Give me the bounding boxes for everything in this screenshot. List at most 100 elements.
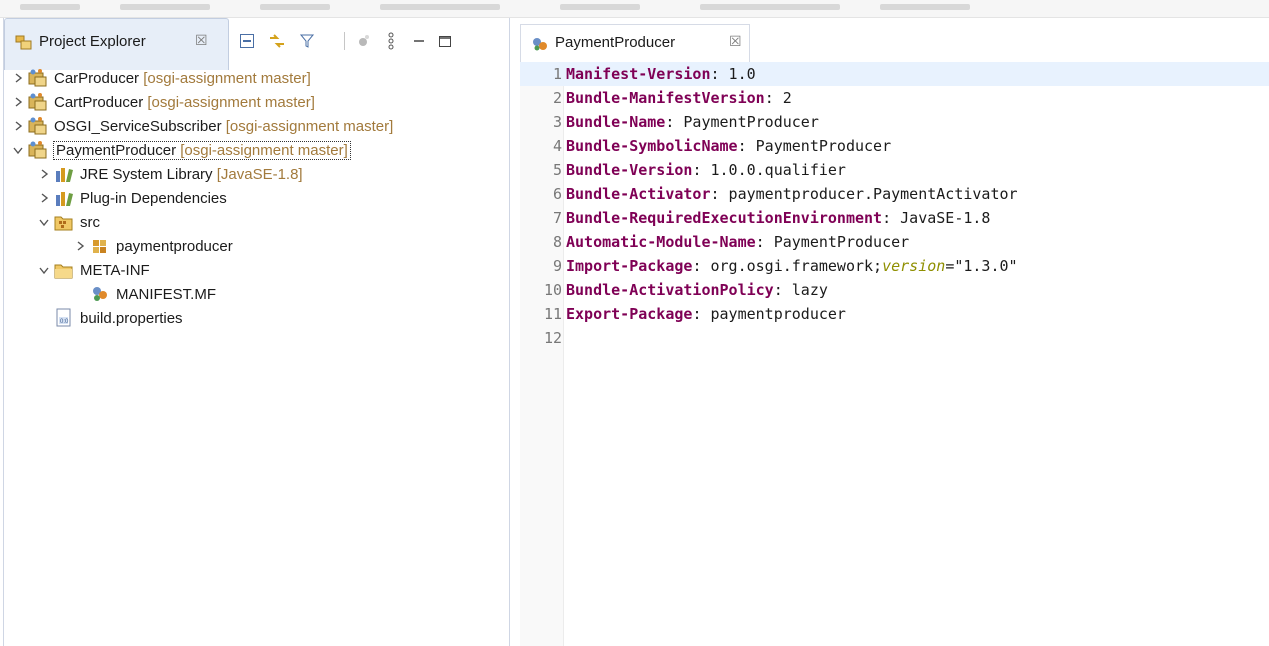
manifest-header-value: PaymentProducer [674, 113, 819, 131]
code-line[interactable]: 11 Export-Package: paymentproducer [520, 302, 1269, 326]
tree-item-label: PaymentProducer [56, 141, 177, 159]
code-line[interactable]: 7 Bundle-RequiredExecutionEnvironment: Ja… [520, 206, 1269, 230]
tree-item-label: src [80, 213, 100, 231]
colon: : [755, 233, 765, 251]
line-content: Bundle-RequiredExecutionEnvironment: Jav… [564, 209, 990, 227]
tree-item-text: CartProducer [osgi-assignment master] [54, 94, 315, 111]
line-content: Bundle-ManifestVersion: 2 [564, 89, 792, 107]
colon: : [882, 209, 892, 227]
view-menu-icon[interactable] [380, 30, 402, 52]
chevron-down-icon[interactable] [38, 216, 50, 228]
colon: : [710, 185, 720, 203]
tree-item[interactable]: MANIFEST.MF [74, 282, 216, 306]
close-icon[interactable]: ☒ [729, 33, 742, 50]
tree-item-label: MANIFEST.MF [116, 285, 216, 303]
cropped-toolbar [880, 4, 970, 10]
tree-item[interactable]: Plug-in Dependencies [38, 186, 227, 210]
code-line[interactable]: 12 [520, 326, 1269, 350]
manifest-attribute: version [882, 257, 946, 275]
tree-item-label: paymentproducer [116, 237, 233, 255]
colon: : [764, 89, 774, 107]
tree-item-text: paymentproducer [116, 238, 233, 255]
line-number: 1 [552, 65, 562, 83]
line-number: 2 [552, 89, 562, 107]
line-content: Bundle-Name: PaymentProducer [564, 113, 819, 131]
tree-item-decoration: [JavaSE-1.8] [216, 165, 303, 183]
close-icon[interactable]: ☒ [195, 32, 208, 49]
line-content: Import-Package: org.osgi.framework;versi… [564, 257, 1018, 275]
line-content: Bundle-Activator: paymentproducer.Paymen… [564, 185, 1018, 203]
chevron-down-icon[interactable] [38, 264, 50, 276]
tree-item[interactable]: 0:0 build.properties [38, 306, 183, 330]
tree-item[interactable]: CartProducer [osgi-assignment master] [12, 90, 315, 114]
manifest-header-value: paymentproducer [701, 305, 846, 323]
line-number: 8 [552, 233, 562, 251]
line-number: 12 [543, 329, 562, 347]
line-number: 6 [552, 185, 562, 203]
code-line[interactable]: 4 Bundle-SymbolicName: PaymentProducer [520, 134, 1269, 158]
project-explorer-view: Project Explorer ☒ CarProducer [osgi-ass… [3, 18, 510, 646]
line-number: 10 [543, 281, 562, 299]
window-top-strip [0, 0, 1269, 18]
properties-file-icon: 0:0 [54, 308, 74, 328]
tree-item[interactable]: JRE System Library [JavaSE-1.8] [38, 162, 303, 186]
code-line[interactable]: 5 Bundle-Version: 1.0.0.qualifier [520, 158, 1269, 182]
chevron-right-icon[interactable] [74, 240, 86, 252]
chevron-down-icon[interactable] [12, 144, 24, 156]
tree-item[interactable]: META-INF [38, 258, 150, 282]
manifest-header-key: Bundle-RequiredExecutionEnvironment [566, 209, 883, 227]
explorer-header: Project Explorer ☒ [4, 18, 509, 70]
tree-item-label: JRE System Library [80, 165, 213, 183]
tree-item[interactable]: paymentproducer [74, 234, 233, 258]
manifest-attribute-value: ="1.3.0" [945, 257, 1018, 275]
tree-item-text: build.properties [80, 310, 183, 327]
manifest-header-value: paymentproducer.PaymentActivator [719, 185, 1018, 203]
maximize-icon[interactable] [434, 30, 456, 52]
link-with-editor-icon[interactable] [266, 30, 288, 52]
chevron-right-icon[interactable] [12, 120, 24, 132]
library-icon [54, 164, 74, 184]
tree-item-label: OSGI_ServiceSubscriber [54, 117, 222, 135]
plugin-project-icon [28, 92, 48, 112]
manifest-header-key: Bundle-ManifestVersion [566, 89, 765, 107]
chevron-right-icon[interactable] [12, 96, 24, 108]
code-line[interactable]: 3 Bundle-Name: PaymentProducer [520, 110, 1269, 134]
minimize-icon[interactable] [408, 30, 430, 52]
cropped-toolbar [20, 4, 80, 10]
tree-item[interactable]: OSGI_ServiceSubscriber [osgi-assignment … [12, 114, 393, 138]
tree-item-label: META-INF [80, 261, 150, 279]
manifest-header-value: PaymentProducer [746, 137, 892, 155]
code-line[interactable]: 9 Import-Package: org.osgi.framework;vers… [520, 254, 1269, 278]
line-number: 4 [552, 137, 562, 155]
code-line[interactable]: 10 Bundle-ActivationPolicy: lazy [520, 278, 1269, 302]
tree-item[interactable]: src [38, 210, 100, 234]
collapse-all-icon[interactable] [236, 30, 258, 52]
focus-icon[interactable] [352, 30, 374, 52]
code-line[interactable]: 2 Bundle-ManifestVersion: 2 [520, 86, 1269, 110]
colon: : [773, 281, 783, 299]
editor-tab-paymentproducer[interactable]: PaymentProducer ☒ [520, 24, 750, 62]
filter-icon[interactable] [296, 30, 318, 52]
tree-item-text: Plug-in Dependencies [80, 190, 227, 207]
line-content: Bundle-SymbolicName: PaymentProducer [564, 137, 891, 155]
line-content: Automatic-Module-Name: PaymentProducer [564, 233, 909, 251]
line-content: Bundle-ActivationPolicy: lazy [564, 281, 828, 299]
tree-item[interactable]: CarProducer [osgi-assignment master] [12, 66, 311, 90]
tree-item-text: PaymentProducer [osgi-assignment master] [53, 140, 351, 160]
line-content: Manifest-Version: 1.0 [564, 65, 756, 83]
tree-item[interactable]: PaymentProducer [osgi-assignment master] [12, 138, 351, 162]
code-area[interactable]: 1 Manifest-Version: 1.0 2 Bundle-ManifestVe… [520, 62, 1269, 350]
chevron-right-icon[interactable] [38, 168, 50, 180]
code-line[interactable]: 6 Bundle-Activator: paymentproducer.Payme… [520, 182, 1269, 206]
folder-icon [54, 260, 74, 280]
project-explorer-tab[interactable]: Project Explorer ☒ [4, 18, 229, 70]
chevron-right-icon[interactable] [12, 72, 24, 84]
manifest-header-key: Bundle-Activator [566, 185, 711, 203]
chevron-right-icon[interactable] [38, 192, 50, 204]
code-line[interactable]: 1 Manifest-Version: 1.0 [520, 62, 1269, 86]
colon: : [710, 65, 720, 83]
code-line[interactable]: 8 Automatic-Module-Name: PaymentProducer [520, 230, 1269, 254]
manifest-header-key: Manifest-Version [566, 65, 711, 83]
cropped-toolbar [260, 4, 330, 10]
